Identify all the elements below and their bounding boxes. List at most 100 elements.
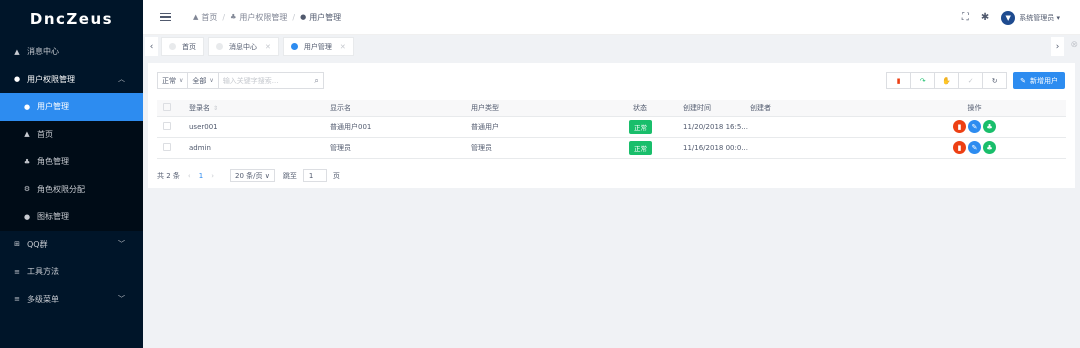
row-checkbox[interactable]	[163, 142, 171, 151]
jump-label: 跳至	[282, 171, 297, 180]
filter-toolbar: 正常 ∨ 全部 ∨ 输入关键字搜索... ⌕	[157, 72, 324, 89]
tab-dot-icon	[169, 43, 176, 50]
sidebar-item-user-management[interactable]: ● 用户管理	[0, 93, 143, 121]
sidebar-item-label: 用户管理	[37, 102, 69, 112]
table-row: admin 管理员 管理员 正常 11/16/2018 00:0... ▮ ✎ …	[157, 137, 1066, 159]
grid-icon: ⊞	[14, 240, 20, 249]
breadcrumb-item[interactable]: 用户权限管理	[239, 12, 287, 23]
assign-role-icon[interactable]: ♣	[983, 141, 996, 154]
check-icon: ✓	[967, 76, 974, 85]
user-table: 登录名 ⇕ 显示名 用户类型 状态 创建时间 创建者 操作 user001 普通用…	[157, 100, 1066, 159]
delete-icon[interactable]: ▮	[953, 141, 966, 154]
row-actions: ▮ ✎ ♣	[883, 141, 1066, 154]
breadcrumb-item[interactable]: 首页	[201, 12, 217, 23]
tabs-bar: ‹ 首页 消息中心 ✕ 用户管理 ✕ › ⊗	[143, 35, 1080, 58]
tab-home[interactable]: 首页	[161, 37, 204, 56]
cell-display: 普通用户001	[330, 116, 471, 138]
row-actions: ▮ ✎ ♣	[883, 120, 1066, 133]
next-page-icon[interactable]: ›	[211, 172, 214, 180]
pencil-icon: ✎	[1020, 76, 1026, 85]
batch-disable-button[interactable]: ✋	[934, 72, 960, 89]
type-select[interactable]: 全部 ∨	[187, 72, 218, 89]
tabs-scroll-right-button[interactable]: ›	[1051, 37, 1064, 56]
hamburger-icon[interactable]	[160, 12, 171, 22]
sidebar-item-tools[interactable]: ≡ 工具方法	[0, 258, 143, 286]
close-all-tabs-icon[interactable]: ⊗	[1070, 40, 1078, 50]
column-header-creator: 创建者	[750, 100, 883, 117]
user-name[interactable]: 系统管理员 ▾	[1019, 13, 1060, 23]
search-icon[interactable]: ⌕	[314, 76, 318, 86]
avatar[interactable]: ▼	[1001, 10, 1016, 25]
cell-display: 管理员	[330, 137, 471, 159]
breadcrumb-current: 用户管理	[309, 12, 342, 22]
cell-type: 管理员	[471, 137, 612, 159]
status-select[interactable]: 正常 ∨	[157, 72, 188, 89]
bug-icon[interactable]: ✱	[981, 12, 989, 23]
cell-type: 普通用户	[471, 116, 612, 138]
sidebar-item-label: 角色权限分配	[37, 184, 85, 194]
breadcrumb: ▲ 首页 / ♣ 用户权限管理 / ● 用户管理	[193, 12, 341, 23]
home-icon: ▲	[24, 130, 30, 139]
batch-restore-button[interactable]: ↷	[910, 72, 936, 89]
sidebar-item-label: 多级菜单	[27, 294, 59, 304]
sort-icon[interactable]: ⇕	[213, 105, 218, 112]
redo-icon: ↷	[919, 76, 926, 85]
cell-created: 11/20/2018 16:5...	[683, 116, 750, 138]
edit-icon[interactable]: ✎	[968, 120, 981, 133]
status-badge: 正常	[629, 119, 652, 134]
chevron-up-icon: ︿	[118, 75, 125, 84]
user-icon: ●	[23, 102, 31, 111]
batch-delete-button[interactable]: ▮	[886, 72, 912, 89]
sidebar-item-role-permissions[interactable]: ⚙ 角色权限分配	[0, 176, 143, 204]
chevron-down-icon: ∨	[209, 77, 214, 84]
sidebar-item-roles[interactable]: ♣ 角色管理	[0, 148, 143, 176]
assign-role-icon[interactable]: ♣	[983, 120, 996, 133]
total-count: 共 2 条	[157, 171, 180, 180]
sidebar-item-home[interactable]: ▲ 首页	[0, 121, 143, 149]
sidebar-item-label: 工具方法	[27, 267, 59, 277]
sidebar-item-messages[interactable]: ▲ 消息中心	[0, 38, 143, 66]
user-icon: ●	[300, 13, 307, 21]
sidebar-item-user-permissions[interactable]: ● 用户权限管理 ︿	[0, 66, 143, 94]
select-all-checkbox[interactable]	[163, 102, 171, 111]
column-header-login[interactable]: 登录名 ⇕	[189, 100, 330, 117]
refresh-button[interactable]: ↻	[982, 72, 1008, 89]
bell-icon: ▲	[14, 47, 20, 56]
sidebar-item-multilevel[interactable]: ≡ 多级菜单 ﹀	[0, 286, 143, 314]
header-actions: ⛶ ✱ ▼ 系统管理员 ▾	[962, 0, 1060, 35]
prev-page-icon[interactable]: ‹	[188, 172, 191, 180]
jump-page-input[interactable]: 1	[302, 169, 327, 182]
sidebar-item-label: QQ群	[27, 239, 48, 249]
close-icon[interactable]: ✕	[340, 43, 346, 51]
tab-dot-icon	[216, 43, 223, 50]
fullscreen-icon[interactable]: ⛶	[962, 12, 969, 23]
tab-label: 首页	[182, 42, 196, 51]
chevron-down-icon: ﹀	[118, 240, 125, 249]
batch-enable-button[interactable]: ✓	[958, 72, 984, 89]
search-input[interactable]: 输入关键字搜索... ⌕	[217, 72, 324, 89]
group-icon: ●	[13, 75, 21, 84]
roles-icon: ♣	[23, 157, 31, 166]
page-size-select[interactable]: 20 条/页 ∨	[230, 169, 275, 182]
sidebar-item-icons[interactable]: ● 图标管理	[0, 203, 143, 231]
sidebar-item-qq-group[interactable]: ⊞ QQ群 ﹀	[0, 231, 143, 259]
tab-user-management[interactable]: 用户管理 ✕	[282, 37, 354, 56]
edit-icon[interactable]: ✎	[968, 141, 981, 154]
column-header-actions: 操作	[883, 100, 1066, 117]
row-checkbox[interactable]	[163, 121, 171, 130]
sidebar: DncZeus ▲ 消息中心 ● 用户权限管理 ︿ ● 用户管理 ▲ 首页 ♣ …	[0, 0, 143, 348]
column-header-display: 显示名	[330, 100, 471, 117]
add-user-button[interactable]: ✎ 新增用户	[1013, 72, 1065, 89]
page-number[interactable]: 1	[199, 172, 203, 180]
batch-actions: ▮ ↷ ✋ ✓ ↻ ✎ 新增用户	[886, 72, 1065, 89]
tabs-scroll-left-button[interactable]: ‹	[145, 37, 158, 56]
tab-messages[interactable]: 消息中心 ✕	[208, 37, 279, 56]
tab-label: 消息中心	[229, 42, 257, 51]
menu-icon: ≡	[14, 295, 20, 304]
close-icon[interactable]: ✕	[265, 43, 271, 51]
status-badge: 正常	[629, 140, 652, 155]
tab-label: 用户管理	[303, 42, 332, 51]
tab-dot-icon	[290, 43, 298, 50]
sidebar-item-label: 消息中心	[27, 47, 59, 57]
delete-icon[interactable]: ▮	[953, 120, 966, 133]
